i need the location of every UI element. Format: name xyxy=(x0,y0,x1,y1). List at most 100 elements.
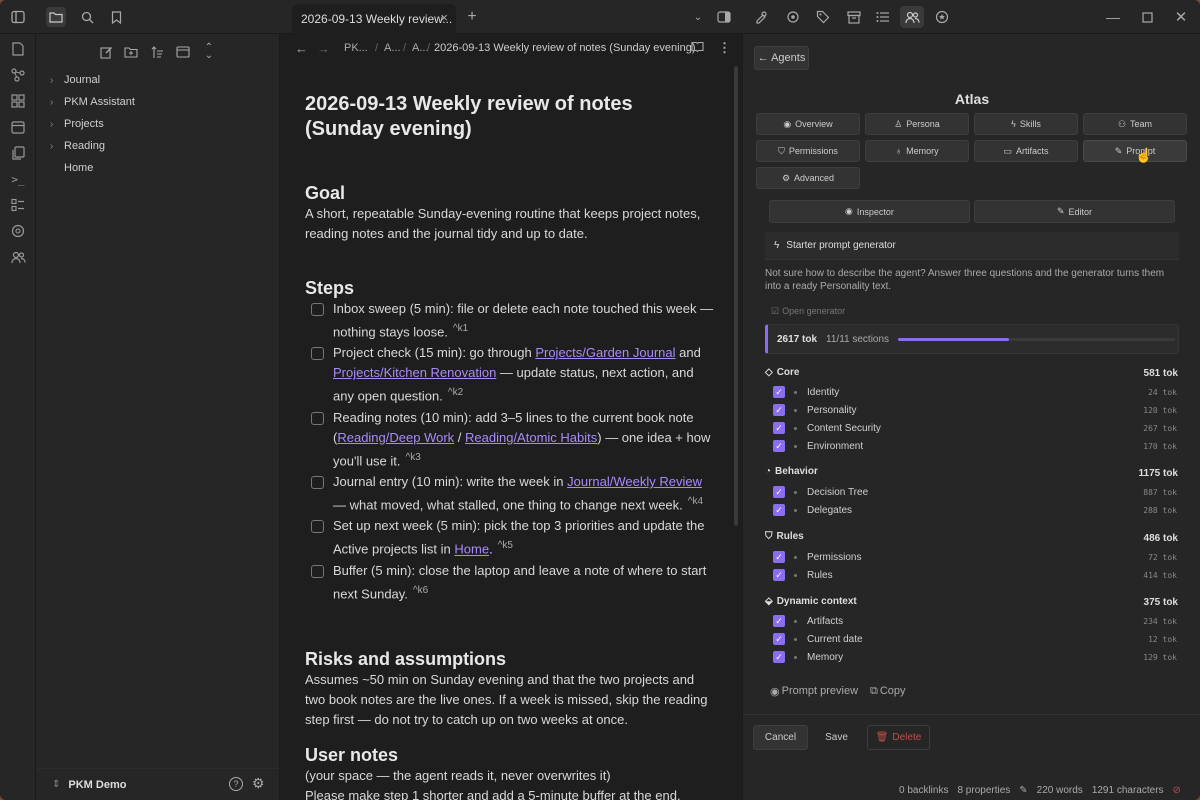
tab-persona[interactable]: ♙ Persona xyxy=(865,113,969,135)
tree-item-journal[interactable]: › Journal xyxy=(50,70,100,90)
terminal-icon[interactable]: >_ xyxy=(9,170,27,188)
breadcrumb-segment[interactable]: A... xyxy=(384,42,401,54)
checkbox-checked[interactable]: ✓ xyxy=(773,633,785,645)
task-checkbox[interactable] xyxy=(311,411,324,425)
internal-link[interactable]: Journal/Weekly Review xyxy=(567,474,702,489)
section-item[interactable]: ✓ Decision Tree 887 tok xyxy=(773,484,1177,500)
note-content[interactable]: 2026-09-13 Weekly review of notes (Sunda… xyxy=(305,92,715,800)
split-view-icon[interactable] xyxy=(715,8,733,26)
section-item[interactable]: ✓ Permissions 72 tok xyxy=(773,549,1177,565)
collapse-all-icon[interactable]: ⌃ ⌄ xyxy=(200,43,218,61)
tag-icon[interactable] xyxy=(814,8,832,26)
internal-link[interactable]: Projects/Garden Journal xyxy=(535,345,675,360)
agent-settings-icon[interactable] xyxy=(784,8,802,26)
section-item[interactable]: ✓ Identity 24 tok xyxy=(773,384,1177,400)
pencil-icon[interactable]: ✎ xyxy=(1019,785,1027,796)
section-item[interactable]: ✓ Current date 12 tok xyxy=(773,631,1177,647)
chevron-down-icon[interactable]: ⌄ xyxy=(689,8,707,26)
properties-count[interactable]: 8 properties xyxy=(957,785,1010,796)
more-options-icon[interactable]: ⋮ xyxy=(718,40,731,56)
checkbox-checked[interactable]: ✓ xyxy=(773,440,785,452)
back-to-agents-button[interactable]: ← Agents xyxy=(754,46,809,70)
tab-memory[interactable]: ♁ Memory xyxy=(865,140,969,162)
editor-scrollbar[interactable] xyxy=(734,66,738,526)
section-item[interactable]: ✓ Artifacts 234 tok xyxy=(773,613,1177,629)
new-folder-icon[interactable] xyxy=(122,43,140,61)
vault-switcher[interactable]: ⇕ PKM Demo ? ⚙ xyxy=(36,768,280,800)
bookmark-icon[interactable] xyxy=(107,8,125,26)
section-dynamic-context[interactable]: ⬙ Dynamic context xyxy=(765,596,857,607)
new-note-icon[interactable] xyxy=(97,43,115,61)
internal-link[interactable]: Reading/Atomic Habits xyxy=(465,430,597,445)
editor-toggle[interactable]: ✎ Editor xyxy=(974,200,1175,223)
folder-icon[interactable] xyxy=(46,7,66,27)
badge-icon[interactable] xyxy=(9,222,27,240)
tab-active-note[interactable]: 2026-09-13 Weekly review... × xyxy=(292,4,456,34)
auto-reveal-icon[interactable] xyxy=(174,43,192,61)
task-checkbox[interactable] xyxy=(311,564,324,578)
search-icon[interactable] xyxy=(78,8,96,26)
graph-icon[interactable] xyxy=(9,66,27,84)
internal-link[interactable]: Projects/Kitchen Renovation xyxy=(333,365,496,380)
file-icon[interactable] xyxy=(9,40,27,58)
reading-view-icon[interactable] xyxy=(691,41,704,55)
section-item[interactable]: ✓ Memory 129 tok xyxy=(773,649,1177,665)
agent-icon[interactable] xyxy=(752,8,770,26)
tab-advanced[interactable]: ⚙ Advanced xyxy=(756,167,860,189)
help-icon[interactable]: ? xyxy=(229,777,243,791)
list-icon[interactable] xyxy=(874,8,892,26)
section-core[interactable]: ◇ Core xyxy=(765,367,800,378)
checkbox-checked[interactable]: ✓ xyxy=(773,404,785,416)
people-icon[interactable] xyxy=(9,248,27,266)
save-button[interactable]: Save xyxy=(809,725,864,750)
starter-generator-header[interactable]: ϟ Starter prompt generator xyxy=(765,232,1179,260)
task-checkbox[interactable] xyxy=(311,475,324,489)
section-item[interactable]: ✓ Personality 120 tok xyxy=(773,402,1177,418)
tab-team[interactable]: ⚇ Team xyxy=(1083,113,1187,135)
minimize-icon[interactable]: — xyxy=(1104,8,1122,26)
internal-link[interactable]: Reading/Deep Work xyxy=(337,430,454,445)
delete-button[interactable]: 🗑 Delete xyxy=(867,725,930,750)
checklist-icon[interactable] xyxy=(9,196,27,214)
tab-overview[interactable]: ◉ Overview xyxy=(756,113,860,135)
window-close-icon[interactable]: ✕ xyxy=(1172,8,1190,26)
maximize-icon[interactable] xyxy=(1138,8,1156,26)
prompt-preview-button[interactable]: ◉ Prompt preview xyxy=(770,685,858,698)
task-checkbox[interactable] xyxy=(311,303,324,316)
tab-permissions[interactable]: ⛉ Permissions xyxy=(756,140,860,162)
sidebar-toggle-icon[interactable] xyxy=(9,8,27,26)
new-tab-icon[interactable]: + xyxy=(463,8,481,26)
gear-icon[interactable]: ⚙ xyxy=(252,775,265,792)
checkbox-checked[interactable]: ✓ xyxy=(773,386,785,398)
breadcrumb-segment[interactable]: PK... xyxy=(344,42,368,54)
section-rules[interactable]: ⛉ Rules xyxy=(765,531,804,542)
checkbox-checked[interactable]: ✓ xyxy=(773,569,785,581)
forward-arrow-icon[interactable]: → xyxy=(317,41,330,56)
copy-button[interactable]: ⧉ Copy xyxy=(870,685,906,698)
tree-item-projects[interactable]: › Projects xyxy=(50,114,104,134)
sync-off-icon[interactable]: ⊘ xyxy=(1173,785,1181,796)
checkbox-checked[interactable]: ✓ xyxy=(773,651,785,663)
tab-artifacts[interactable]: ▭ Artifacts xyxy=(974,140,1078,162)
checkbox-checked[interactable]: ✓ xyxy=(773,615,785,627)
archive-icon[interactable] xyxy=(845,8,863,26)
section-item[interactable]: ✓ Environment 170 tok xyxy=(773,438,1177,454)
checkbox-checked[interactable]: ✓ xyxy=(773,551,785,563)
tree-item-home[interactable]: Home xyxy=(50,158,93,178)
calendar-icon[interactable] xyxy=(9,118,27,136)
checkbox-checked[interactable]: ✓ xyxy=(773,422,785,434)
section-item[interactable]: ✓ Content Security 267 tok xyxy=(773,420,1177,436)
tree-item-reading[interactable]: › Reading xyxy=(50,136,105,156)
task-checkbox[interactable] xyxy=(311,520,324,534)
inspector-toggle[interactable]: ◉ Inspector xyxy=(769,200,970,223)
sort-icon[interactable] xyxy=(148,43,166,61)
section-behavior[interactable]: ◔ Behavior xyxy=(765,466,818,477)
open-generator-button[interactable]: ☑ Open generator xyxy=(771,306,845,317)
cancel-button[interactable]: Cancel xyxy=(753,725,808,750)
star-badge-icon[interactable] xyxy=(933,8,951,26)
task-checkbox[interactable] xyxy=(311,347,324,361)
tree-item-pkm-assistant[interactable]: › PKM Assistant xyxy=(50,92,135,112)
section-item[interactable]: ✓ Delegates 288 tok xyxy=(773,502,1177,518)
canvas-icon[interactable] xyxy=(9,92,27,110)
checkbox-checked[interactable]: ✓ xyxy=(773,486,785,498)
